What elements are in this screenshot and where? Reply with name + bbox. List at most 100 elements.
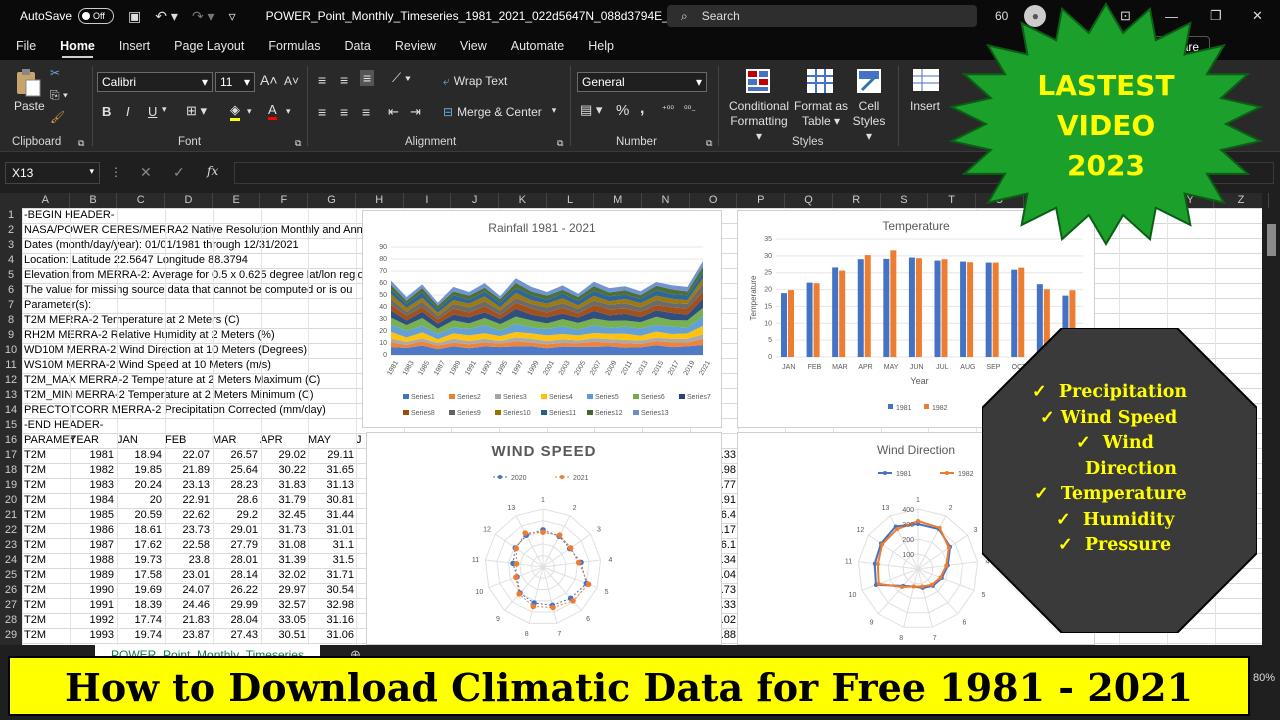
align-top-icon[interactable]: ≡ bbox=[318, 72, 326, 88]
underline-button[interactable]: U bbox=[148, 104, 157, 119]
row-header-2[interactable]: 2 bbox=[0, 223, 22, 238]
row-header-13[interactable]: 13 bbox=[0, 388, 22, 403]
column-header-g[interactable]: G bbox=[308, 193, 356, 208]
format-painter-icon[interactable]: 🖌 bbox=[50, 110, 65, 124]
insert-function-button[interactable]: fx bbox=[207, 164, 218, 178]
font-name-select[interactable]: Calibri ▾ bbox=[97, 72, 213, 92]
orientation-icon[interactable]: ⟋ ▾ bbox=[392, 70, 411, 86]
scroll-thumb[interactable] bbox=[1267, 224, 1276, 256]
align-bottom-icon[interactable]: ≡ bbox=[360, 70, 375, 86]
customize-quick-access-icon[interactable]: ▿ bbox=[229, 8, 236, 25]
tab-home[interactable]: Home bbox=[48, 32, 107, 60]
row-header-1[interactable]: 1 bbox=[0, 208, 22, 223]
tab-help[interactable]: Help bbox=[576, 32, 626, 60]
column-header-a[interactable]: A bbox=[22, 193, 70, 208]
tab-view[interactable]: View bbox=[448, 32, 499, 60]
row-header-26[interactable]: 26 bbox=[0, 583, 22, 598]
autosave-toggle[interactable]: AutoSave Off bbox=[20, 8, 115, 24]
paste-icon[interactable] bbox=[14, 68, 42, 97]
row-header-8[interactable]: 8 bbox=[0, 313, 22, 328]
row-header-12[interactable]: 12 bbox=[0, 373, 22, 388]
decrease-decimal-icon[interactable]: ⁰⁰₋ bbox=[684, 104, 696, 115]
clipboard-launcher-icon[interactable]: ⧉ bbox=[78, 138, 84, 149]
tab-file[interactable]: File bbox=[4, 32, 48, 60]
wrap-text-button[interactable]: ⤶ Wrap Text bbox=[443, 74, 507, 89]
save-icon[interactable]: ▣ bbox=[128, 8, 141, 25]
tab-automate[interactable]: Automate bbox=[499, 32, 577, 60]
vertical-scrollbar[interactable] bbox=[1263, 208, 1280, 645]
column-header-p[interactable]: P bbox=[738, 193, 786, 208]
more-options-icon[interactable]: ⋮ bbox=[110, 165, 122, 179]
row-header-11[interactable]: 11 bbox=[0, 358, 22, 373]
row-header-28[interactable]: 28 bbox=[0, 613, 22, 628]
column-header-e[interactable]: E bbox=[213, 193, 261, 208]
cancel-icon[interactable]: ✕ bbox=[140, 164, 152, 181]
row-header-4[interactable]: 4 bbox=[0, 253, 22, 268]
cell-styles-icon[interactable] bbox=[856, 68, 882, 97]
grow-font-icon[interactable]: A˄ bbox=[260, 72, 278, 88]
undo-icon[interactable]: ↶ ▾ bbox=[155, 8, 178, 25]
align-right-icon[interactable]: ≡ bbox=[362, 104, 370, 120]
column-header-o[interactable]: O bbox=[690, 193, 738, 208]
search-box[interactable]: ⌕ Search bbox=[667, 5, 977, 27]
row-header-6[interactable]: 6 bbox=[0, 283, 22, 298]
comma-style-button[interactable]: , bbox=[640, 100, 644, 118]
row-header-23[interactable]: 23 bbox=[0, 538, 22, 553]
merge-center-button[interactable]: ⊟ Merge & Center ▾ bbox=[443, 105, 556, 119]
align-middle-icon[interactable]: ≡ bbox=[340, 72, 348, 88]
column-header-m[interactable]: M bbox=[594, 193, 643, 208]
column-header-r[interactable]: R bbox=[833, 193, 881, 208]
tab-insert[interactable]: Insert bbox=[107, 32, 162, 60]
column-header-k[interactable]: K bbox=[499, 193, 547, 208]
insert-cells-icon[interactable] bbox=[912, 68, 940, 95]
align-left-icon[interactable]: ≡ bbox=[318, 104, 326, 120]
align-center-icon[interactable]: ≡ bbox=[340, 104, 348, 120]
rainfall-chart[interactable]: Rainfall 1981 - 2021 0 10 20 30 40 50 60 70 80 90… bbox=[362, 210, 722, 428]
row-header-24[interactable]: 24 bbox=[0, 553, 22, 568]
row-header-27[interactable]: 27 bbox=[0, 598, 22, 613]
cut-icon[interactable]: ✂ bbox=[50, 66, 60, 80]
autosave-switch[interactable]: Off bbox=[78, 8, 115, 24]
row-header-18[interactable]: 18 bbox=[0, 463, 22, 478]
tab-review[interactable]: Review bbox=[383, 32, 448, 60]
column-header-b[interactable]: B bbox=[70, 193, 118, 208]
column-header-q[interactable]: Q bbox=[785, 193, 833, 208]
insert-cells-button[interactable]: Insert bbox=[910, 99, 940, 113]
row-header-14[interactable]: 14 bbox=[0, 403, 22, 418]
alignment-launcher-icon[interactable]: ⧉ bbox=[557, 138, 563, 149]
row-header-22[interactable]: 22 bbox=[0, 523, 22, 538]
cell-styles-button[interactable]: Cell Styles ▾ bbox=[848, 99, 890, 144]
column-header-i[interactable]: I bbox=[404, 193, 452, 208]
decrease-indent-icon[interactable]: ⇤ bbox=[388, 104, 399, 120]
fill-color-icon[interactable]: ◈ bbox=[230, 102, 240, 121]
shrink-font-icon[interactable]: A˅ bbox=[284, 74, 299, 88]
row-header-29[interactable]: 29 bbox=[0, 628, 22, 643]
row-header-3[interactable]: 3 bbox=[0, 238, 22, 253]
format-as-table-button[interactable]: Format as Table ▾ bbox=[792, 99, 850, 129]
row-header-9[interactable]: 9 bbox=[0, 328, 22, 343]
column-header-h[interactable]: H bbox=[356, 193, 404, 208]
row-header-7[interactable]: 7 bbox=[0, 298, 22, 313]
row-header-10[interactable]: 10 bbox=[0, 343, 22, 358]
fill-color-dropdown-icon[interactable]: ▾ bbox=[247, 106, 252, 117]
row-header-16[interactable]: 16 bbox=[0, 433, 22, 448]
format-as-table-icon[interactable] bbox=[806, 68, 834, 97]
number-launcher-icon[interactable]: ⧉ bbox=[706, 138, 712, 149]
wind-speed-chart[interactable]: WIND SPEED 1 2 3 4 5 6 7 8 9 10 11 12 13 2020 2021 bbox=[366, 432, 722, 645]
column-header-j[interactable]: J bbox=[451, 193, 499, 208]
increase-decimal-icon[interactable]: ⁺⁰⁰ bbox=[662, 104, 674, 115]
row-header-17[interactable]: 17 bbox=[0, 448, 22, 463]
column-header-l[interactable]: L bbox=[547, 193, 595, 208]
font-color-icon[interactable]: A bbox=[268, 102, 277, 120]
increase-indent-icon[interactable]: ⇥ bbox=[410, 104, 421, 120]
row-header-25[interactable]: 25 bbox=[0, 568, 22, 583]
italic-button[interactable]: I bbox=[126, 104, 130, 119]
accounting-format-icon[interactable]: ▤ ▾ bbox=[580, 102, 602, 118]
column-header-d[interactable]: D bbox=[165, 193, 213, 208]
tab-page-layout[interactable]: Page Layout bbox=[162, 32, 256, 60]
bold-button[interactable]: B bbox=[102, 104, 111, 119]
number-format-select[interactable]: General ▾ bbox=[577, 72, 707, 92]
row-header-15[interactable]: 15 bbox=[0, 418, 22, 433]
enter-icon[interactable]: ✓ bbox=[173, 164, 185, 181]
underline-dropdown-icon[interactable]: ▾ bbox=[162, 104, 167, 115]
